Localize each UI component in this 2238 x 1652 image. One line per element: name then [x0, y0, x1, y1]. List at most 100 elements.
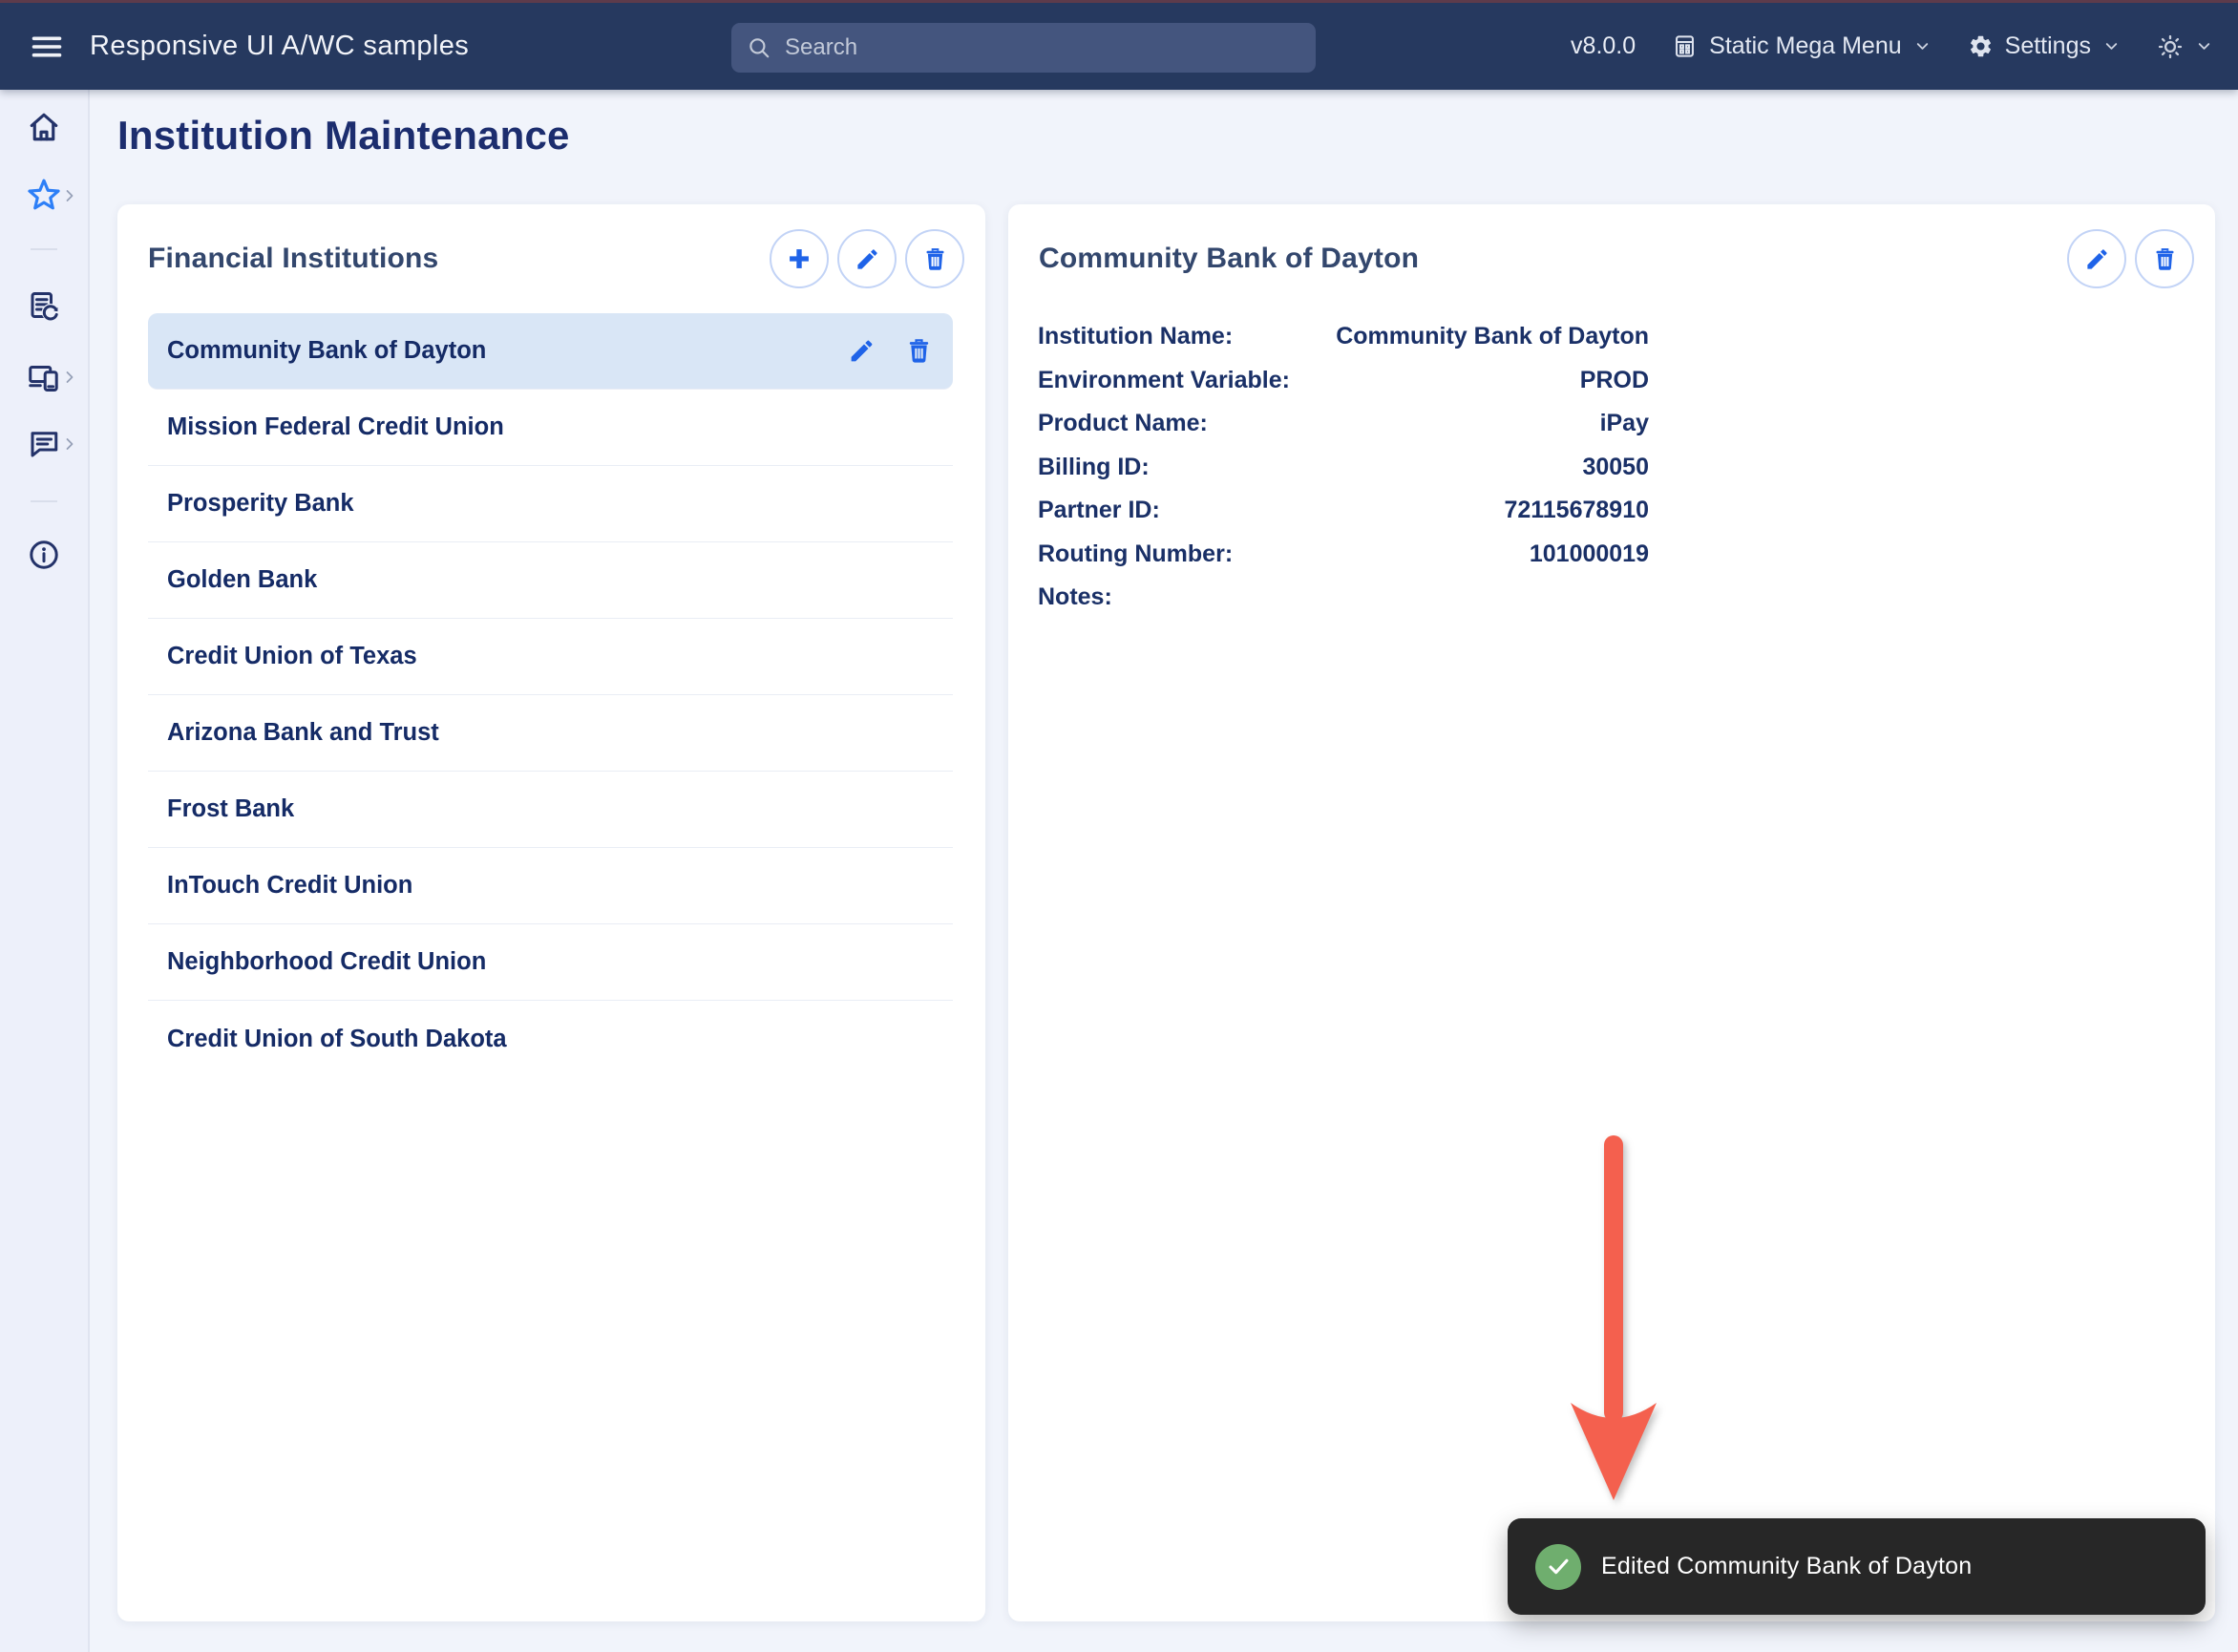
panel-actions — [770, 229, 964, 288]
chevron-down-icon — [2102, 37, 2121, 55]
topbar-right: v8.0.0 Static Mega Menu Settings — [1571, 32, 2213, 60]
app-title: Responsive UI A/WC samples — [90, 31, 469, 62]
field-value: PROD — [1290, 359, 1649, 403]
list-item[interactable]: Mission Federal Credit Union — [148, 390, 953, 466]
topbar: Responsive UI A/WC samples v8.0.0 Static… — [0, 0, 2238, 90]
info-icon — [27, 538, 61, 572]
list-item[interactable]: Community Bank of Dayton — [148, 313, 953, 390]
pencil-icon — [2084, 246, 2110, 272]
institution-name: Community Bank of Dayton — [167, 337, 486, 365]
trash-icon — [922, 246, 948, 272]
list-item[interactable]: Golden Bank — [148, 542, 953, 619]
add-institution-button[interactable] — [770, 229, 829, 288]
field-label: Notes: — [1038, 576, 1112, 620]
list-item[interactable]: Neighborhood Credit Union — [148, 924, 953, 1001]
static-mega-menu-button[interactable]: Static Mega Menu — [1672, 32, 1932, 60]
institution-name: Credit Union of Texas — [167, 643, 417, 670]
field-value: 30050 — [1150, 446, 1649, 490]
details-actions — [2067, 229, 2194, 288]
home-icon — [27, 110, 61, 144]
detail-row: Institution Name:Community Bank of Dayto… — [1038, 315, 1649, 359]
institution-name: Mission Federal Credit Union — [167, 413, 504, 441]
detail-row: Notes: — [1038, 576, 1649, 620]
hamburger-menu-icon[interactable] — [25, 25, 69, 69]
chevron-right-icon — [60, 434, 79, 454]
list-item[interactable]: Prosperity Bank — [148, 466, 953, 542]
details-title: Community Bank of Dayton — [1039, 243, 1419, 275]
edit-details-button[interactable] — [2067, 229, 2126, 288]
field-label: Partner ID: — [1038, 489, 1160, 533]
search-box[interactable] — [731, 23, 1316, 73]
detail-row: Partner ID:72115678910 — [1038, 489, 1649, 533]
star-icon — [26, 178, 62, 214]
detail-row: Routing Number:101000019 — [1038, 533, 1649, 577]
detail-row: Product Name:iPay — [1038, 402, 1649, 446]
chevron-right-icon — [60, 186, 79, 205]
chevron-down-icon — [1913, 37, 1932, 55]
institution-name: Arizona Bank and Trust — [167, 719, 439, 747]
detail-row: Billing ID:30050 — [1038, 446, 1649, 490]
institution-name: Prosperity Bank — [167, 490, 354, 518]
mega-menu-label: Static Mega Menu — [1709, 32, 1902, 60]
institution-name: Neighborhood Credit Union — [167, 948, 486, 976]
sun-icon — [2157, 33, 2184, 60]
plus-icon — [786, 245, 813, 272]
panel-title: Financial Institutions — [148, 243, 438, 275]
delete-institution-button[interactable] — [905, 229, 964, 288]
mega-menu-icon — [1672, 33, 1698, 59]
chat-icon — [27, 427, 61, 461]
chevron-down-icon — [2195, 37, 2213, 55]
institution-name: InTouch Credit Union — [167, 872, 412, 900]
list-item[interactable]: Frost Bank — [148, 772, 953, 848]
app-window: Responsive UI A/WC samples v8.0.0 Static… — [0, 0, 2238, 1652]
sidebar-item-favorites[interactable] — [0, 178, 89, 214]
list-item[interactable]: Arizona Bank and Trust — [148, 695, 953, 772]
detail-row: Environment Variable:PROD — [1038, 359, 1649, 403]
field-value: Community Bank of Dayton — [1233, 315, 1649, 359]
devices-icon — [27, 360, 61, 394]
chevron-right-icon — [60, 368, 79, 387]
financial-institutions-panel: Financial Institutions Community Bank of… — [117, 204, 985, 1621]
sidebar-item-audit-log[interactable] — [0, 288, 89, 325]
field-label: Environment Variable: — [1038, 359, 1290, 403]
details-fields: Institution Name:Community Bank of Dayto… — [1038, 315, 1649, 620]
edit-institution-button[interactable] — [837, 229, 897, 288]
search-icon — [747, 35, 771, 60]
field-value: 72115678910 — [1160, 489, 1649, 533]
institution-name: Credit Union of South Dakota — [167, 1026, 507, 1053]
field-value — [1112, 576, 1649, 620]
sidebar-item-info[interactable] — [0, 537, 89, 573]
settings-label: Settings — [2005, 32, 2091, 60]
pencil-icon — [855, 246, 880, 272]
sidebar — [0, 90, 90, 1652]
sidebar-item-home[interactable] — [0, 109, 89, 145]
list-item[interactable]: Credit Union of Texas — [148, 619, 953, 695]
field-value: iPay — [1208, 402, 1649, 446]
institutions-list: Community Bank of Dayton Mission Federal… — [148, 313, 953, 1077]
field-value: 101000019 — [1233, 533, 1649, 577]
trash-icon — [2152, 246, 2178, 272]
toast-notification: Edited Community Bank of Dayton — [1508, 1518, 2206, 1615]
document-refresh-icon — [27, 289, 61, 324]
search-input[interactable] — [785, 34, 1300, 61]
sidebar-divider — [31, 500, 57, 502]
success-check-icon — [1535, 1544, 1581, 1590]
field-label: Routing Number: — [1038, 533, 1233, 577]
annotation-arrow — [1559, 1130, 1668, 1506]
delete-details-button[interactable] — [2135, 229, 2194, 288]
theme-toggle-button[interactable] — [2157, 33, 2213, 60]
sidebar-item-devices[interactable] — [0, 359, 89, 395]
institution-name: Frost Bank — [167, 795, 294, 823]
row-edit-icon[interactable] — [846, 336, 876, 367]
field-label: Institution Name: — [1038, 315, 1233, 359]
list-item[interactable]: Credit Union of South Dakota — [148, 1001, 953, 1077]
sidebar-item-messages[interactable] — [0, 426, 89, 462]
toast-message: Edited Community Bank of Dayton — [1601, 1553, 1972, 1580]
list-item[interactable]: InTouch Credit Union — [148, 848, 953, 924]
sidebar-divider — [31, 248, 57, 250]
settings-button[interactable]: Settings — [1968, 32, 2121, 60]
version-label: v8.0.0 — [1571, 32, 1636, 60]
gear-icon — [1968, 33, 1994, 59]
page-title: Institution Maintenance — [117, 113, 570, 159]
row-delete-icon[interactable] — [903, 336, 934, 367]
